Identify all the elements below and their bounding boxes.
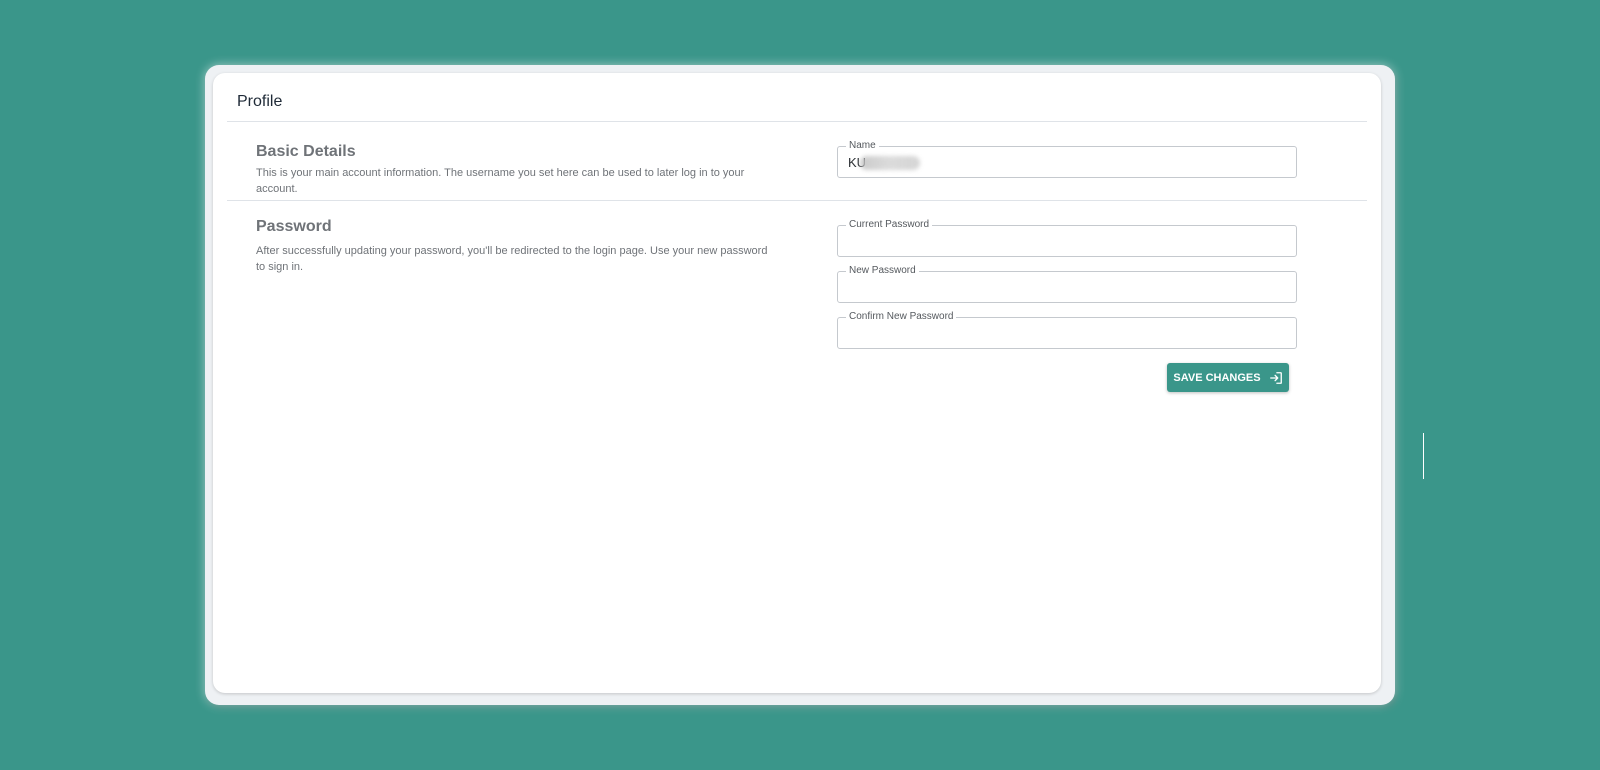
new-password-field[interactable]: New Password [837,264,1297,303]
current-password-input[interactable] [838,226,1296,256]
name-field[interactable]: Name [837,139,1297,178]
redacted-name-blur [860,156,920,170]
section-divider [227,200,1367,201]
profile-card-frame: Profile Basic Details This is your main … [205,65,1395,705]
basic-details-description: This is your main account information. T… [256,167,745,195]
save-changes-button[interactable]: SAVE CHANGES [1167,363,1289,392]
password-title: Password [256,218,332,235]
password-description: After successfully updating your passwor… [256,245,768,273]
confirm-password-field[interactable]: Confirm New Password [837,310,1297,349]
save-changes-label: SAVE CHANGES [1173,371,1261,384]
header-divider [227,121,1367,122]
page-title: Profile [237,93,283,110]
text-cursor-line [1423,433,1424,479]
profile-card: Profile Basic Details This is your main … [213,73,1381,693]
basic-details-title: Basic Details [256,143,356,160]
confirm-password-input[interactable] [838,318,1296,348]
login-icon [1269,371,1282,384]
new-password-input[interactable] [838,272,1296,302]
current-password-field[interactable]: Current Password [837,218,1297,257]
